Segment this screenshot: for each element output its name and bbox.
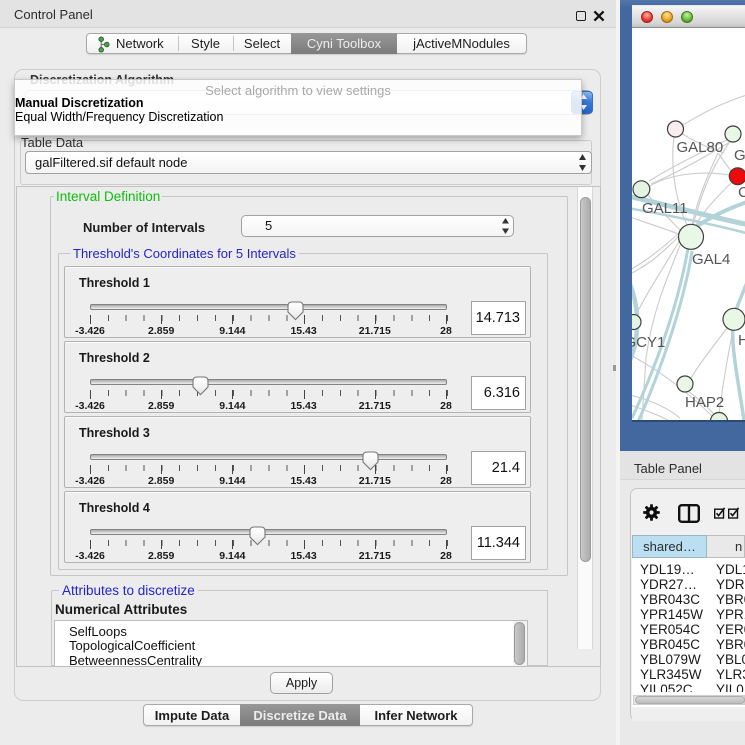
svg-text:GAL11: GAL11 <box>642 200 688 217</box>
svg-text:HAP2: HAP2 <box>685 394 724 411</box>
svg-text:GA: GA <box>734 147 745 164</box>
svg-text:GCY1: GCY1 <box>632 334 665 351</box>
svg-text:GAL4: GAL4 <box>692 251 730 268</box>
svg-text:C: C <box>738 184 745 201</box>
svg-text:H: H <box>738 332 745 349</box>
svg-text:GAL80: GAL80 <box>677 139 724 156</box>
